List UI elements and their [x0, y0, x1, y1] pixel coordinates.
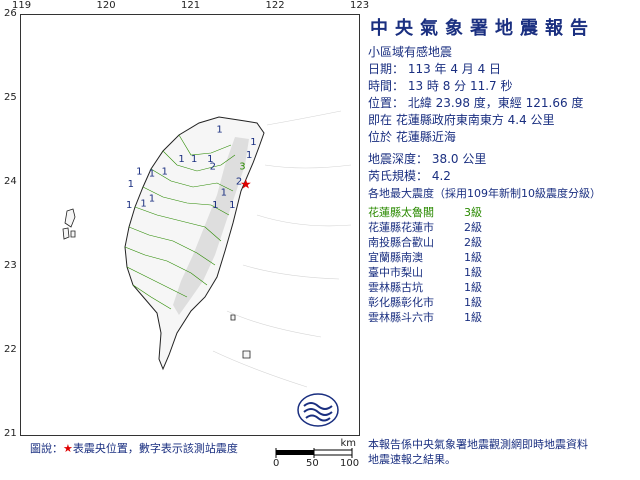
orchid-island: [242, 350, 251, 359]
report-time: 時間： 13 時 8 分 11.7 秒: [368, 79, 513, 93]
station-intensity-label: 1: [149, 193, 155, 204]
footnote-line-2: 地震速報之結果。: [368, 453, 456, 466]
scale-bar: km 0 50 100: [272, 438, 360, 470]
intensity-place: 花蓮縣太魯閣: [368, 206, 434, 219]
station-intensity-label: 1: [250, 137, 256, 148]
intensity-level: 1級: [464, 311, 482, 324]
report-region: 位於 花蓮縣近海: [368, 130, 456, 144]
station-intensity-label: 1: [216, 125, 222, 136]
longitude-label: 123: [350, 0, 370, 11]
station-intensity-label: 1: [207, 154, 213, 165]
scale-label-0: 0: [273, 458, 280, 469]
intensity-level: 1級: [464, 266, 482, 279]
station-intensity-label: 1: [136, 167, 142, 178]
scale-segment-dark: [276, 450, 314, 455]
longitude-label: 121: [181, 0, 201, 11]
intensity-row: 花蓮縣太魯閣 3級: [368, 205, 636, 220]
intensity-level: 3級: [464, 206, 482, 219]
map-legend: 圖說：★表震央位置，數字表示該測站震度: [30, 440, 238, 456]
station-intensity-label: 1: [246, 150, 252, 161]
scale-segment-light: [313, 449, 353, 456]
latitude-label: 22: [4, 344, 17, 355]
intensity-place: 宜蘭縣南澳: [368, 251, 423, 264]
intensity-place: 雲林縣古坑: [368, 281, 423, 294]
station-intensity-label: 1: [191, 154, 197, 165]
intensity-level: 2級: [464, 221, 482, 234]
latitude-label: 26: [4, 8, 17, 19]
legend-star-icon: ★: [63, 442, 73, 455]
intensity-row: 雲林縣斗六市 1級: [368, 310, 636, 325]
intensity-row: 宜蘭縣南澳 1級: [368, 250, 636, 265]
report-subtitle: 小區域有感地震: [368, 45, 453, 59]
report-depth: 地震深度： 38.0 公里: [368, 152, 487, 166]
intensity-place: 臺中市梨山: [368, 266, 423, 279]
station-intensity-label: 1: [149, 168, 155, 179]
epicenter-star-icon: ★: [240, 178, 252, 193]
intensity-row: 南投縣合歡山 2級: [368, 235, 636, 250]
station-intensity-label: 1: [212, 200, 218, 211]
intensity-level: 1級: [464, 281, 482, 294]
intensity-row: 臺中市梨山 1級: [368, 265, 636, 280]
longitude-label: 120: [96, 0, 116, 11]
station-intensity-label: 1: [178, 154, 184, 165]
latitude-label: 24: [4, 176, 17, 187]
intensity-place: 彰化縣彰化市: [368, 296, 434, 309]
station-intensity-label: 3: [239, 162, 245, 173]
report-title: 中央氣象署地震報告: [370, 18, 595, 39]
taiwan-map: 32211111111 111111 11 ★: [21, 15, 359, 435]
station-intensity-label: 1: [126, 200, 132, 211]
legend-text: 表震央位置，數字表示該測站震度: [72, 442, 238, 455]
intensity-row: 雲林縣古坑 1級: [368, 280, 636, 295]
station-intensity-label: 1: [229, 200, 235, 211]
scale-label-100: 100: [340, 458, 360, 469]
legend-prefix: 圖說：: [30, 442, 63, 455]
report-location: 位置： 北緯 23.98 度，東經 121.66 度: [368, 96, 584, 110]
intensity-header: 各地最大震度（採用109年新制10級震度分級）: [368, 187, 601, 200]
station-intensity-label: 1: [128, 179, 134, 190]
epicenter-layer: ★: [240, 178, 252, 193]
latitude-label: 21: [4, 428, 17, 439]
intensity-table: 花蓮縣太魯閣 3級 花蓮縣花蓮市 2級 南投縣合歡山 2級 宜蘭縣南澳 1級 臺中市梨山 1級 雲林…: [368, 205, 636, 325]
agency-logo: [297, 393, 339, 427]
intensity-place: 雲林縣斗六市: [368, 311, 434, 324]
intensity-level: 2級: [464, 236, 482, 249]
report-magnitude: 芮氏規模： 4.2: [368, 169, 451, 183]
intensity-row: 花蓮縣花蓮市 2級: [368, 220, 636, 235]
intensity-place: 花蓮縣花蓮市: [368, 221, 434, 234]
station-intensity-label: 1: [140, 199, 146, 210]
report-footnote: 本報告係中央氣象署地震觀測網即時地震資料 地震速報之結果。: [368, 437, 588, 467]
longitude-label: 122: [265, 0, 285, 11]
scale-label-50: 50: [306, 458, 319, 469]
green-island: [230, 314, 236, 321]
intensity-row: 彰化縣彰化市 1級: [368, 295, 636, 310]
footnote-line-1: 本報告係中央氣象署地震觀測網即時地震資料: [368, 438, 588, 451]
intensity-level: 1級: [464, 251, 482, 264]
latitude-label: 25: [4, 92, 17, 103]
report-date: 日期： 113 年 4 月 4 日: [368, 62, 502, 76]
latitude-label: 23: [4, 260, 17, 271]
map-panel: 3221111111111111111 ★: [20, 14, 360, 436]
intensity-place: 南投縣合歡山: [368, 236, 434, 249]
station-intensity-label: 1: [161, 167, 167, 178]
earthquake-report: 中央氣象署地震報告 小區域有感地震 日期： 113 年 4 月 4 日 時間： …: [368, 14, 636, 325]
intensity-level: 1級: [464, 296, 482, 309]
report-relative-location: 即在 花蓮縣政府東南東方 4.4 公里: [368, 113, 555, 127]
station-intensity-label: 1: [221, 188, 227, 199]
